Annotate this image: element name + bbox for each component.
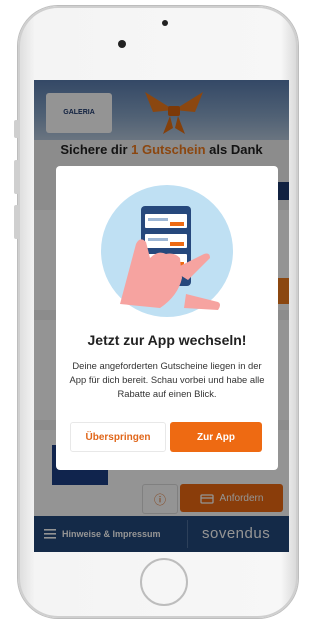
app-switch-dialog: Jetzt zur App wechseln! Deine angeforder… (56, 166, 278, 470)
volume-up-button (14, 160, 19, 194)
sensor (162, 20, 168, 26)
front-camera (118, 40, 126, 48)
dialog-body: Deine angeforderten Gutscheine liegen in… (69, 360, 265, 399)
home-button[interactable] (140, 558, 188, 606)
mute-switch (14, 120, 19, 138)
volume-down-button (14, 205, 19, 239)
open-app-button[interactable]: Zur App (170, 422, 262, 452)
phone-in-hand-illustration (101, 185, 233, 317)
skip-button[interactable]: Überspringen (70, 422, 166, 452)
dialog-title: Jetzt zur App wechseln! (87, 332, 247, 348)
screen: GALERIA Sichere dir 1 Gutschein als Dank… (34, 80, 289, 552)
